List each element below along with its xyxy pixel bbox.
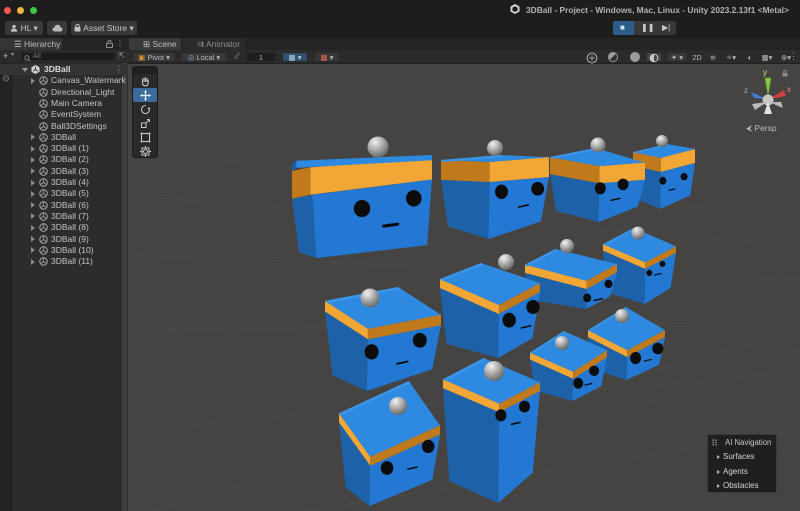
svg-text:y: y [763, 68, 767, 77]
svg-text:z: z [744, 86, 748, 95]
svg-text:x: x [787, 85, 791, 94]
